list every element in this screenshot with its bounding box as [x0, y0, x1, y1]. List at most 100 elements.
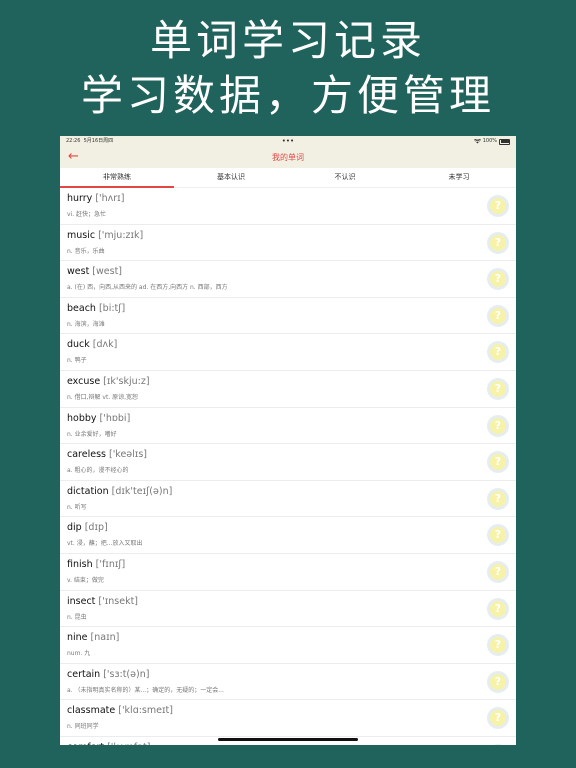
- word-line: excuse [ɪk'skju:z]: [67, 376, 150, 387]
- word-list-item[interactable]: dip [dɪp] vt. 浸，蘸；把...放入又取出?: [60, 517, 516, 554]
- word-list-item[interactable]: excuse [ɪk'skju:z] n. 借口,辩解 vt. 原谅,宽恕?: [60, 371, 516, 408]
- question-mark-icon: ?: [490, 380, 506, 397]
- tab-bar: 非常熟练 基本认识 不认识 未学习: [60, 168, 516, 188]
- question-mark-icon: ?: [490, 198, 506, 214]
- word-phonetic: [dɪp]: [84, 522, 108, 534]
- question-mark-icon: ?: [490, 527, 506, 544]
- word-list-item[interactable]: hobby ['hɒbi] n. 业余爱好，嗜好?: [60, 408, 516, 445]
- question-mark-icon: ?: [490, 234, 506, 251]
- familiarity-button[interactable]: ?: [487, 231, 509, 254]
- word-text: nine: [67, 632, 88, 644]
- home-indicator[interactable]: [218, 738, 358, 741]
- familiarity-button[interactable]: ?: [487, 304, 509, 327]
- word-list-item[interactable]: certain ['sɜ:t(ə)n] a. （未指明真实名称的）某...；确定的，…: [60, 664, 516, 701]
- familiarity-button[interactable]: ?: [487, 487, 509, 510]
- navigation-bar: ← 我的单词: [60, 147, 516, 168]
- word-line: dictation [dɪk'teɪʃ(ə)n]: [67, 486, 172, 497]
- word-text: classmate: [67, 705, 116, 717]
- word-list-item[interactable]: hurry ['hʌrɪ] vi. 赶快；急忙?: [60, 188, 516, 225]
- word-text: excuse: [67, 375, 101, 387]
- word-phonetic: [ɪk'skju:z]: [103, 375, 150, 387]
- tab-very-familiar[interactable]: 非常熟练: [60, 168, 174, 188]
- familiarity-button[interactable]: ?: [487, 341, 509, 364]
- familiarity-button[interactable]: ?: [487, 451, 509, 474]
- word-list-item[interactable]: insect ['ɪnsekt] n. 昆虫?: [60, 591, 516, 628]
- word-phonetic: [bi:tʃ]: [98, 302, 126, 314]
- question-mark-icon: ?: [490, 600, 506, 617]
- question-mark-icon: ?: [490, 673, 506, 690]
- familiarity-button[interactable]: ?: [487, 524, 509, 547]
- word-text: finish: [67, 558, 93, 570]
- promo-title-line1: 单词学习记录: [149, 16, 426, 65]
- familiarity-button[interactable]: ?: [487, 560, 509, 583]
- tab-not-learned[interactable]: 未学习: [402, 168, 516, 187]
- question-mark-icon: ?: [490, 344, 506, 361]
- word-list-item[interactable]: classmate ['klɑ:smeɪt] n. 同班同学?: [60, 700, 516, 737]
- tab-basic-known[interactable]: 基本认识: [174, 168, 288, 187]
- familiarity-button[interactable]: ?: [487, 743, 509, 745]
- question-mark-icon: ?: [490, 490, 506, 507]
- familiarity-button[interactable]: ?: [487, 634, 509, 657]
- familiarity-button[interactable]: ?: [487, 670, 509, 693]
- word-text: music: [67, 229, 96, 241]
- word-list-item[interactable]: dictation [dɪk'teɪʃ(ə)n] n. 听写?: [60, 481, 516, 518]
- word-phonetic: ['hɒbi]: [99, 412, 131, 424]
- word-line: west [west]: [67, 266, 122, 277]
- word-text: certain: [67, 668, 101, 680]
- word-phonetic: ['kʌmfət]: [107, 742, 150, 745]
- word-line: beach [bi:tʃ]: [67, 303, 125, 314]
- tab-unknown[interactable]: 不认识: [288, 168, 402, 187]
- word-phonetic: ['ɪnsekt]: [98, 595, 139, 607]
- word-list-item[interactable]: music ['mju:zɪk] n. 音乐，乐曲?: [60, 225, 516, 262]
- word-list-item[interactable]: nine [naɪn] num. 九?: [60, 627, 516, 664]
- word-list-item[interactable]: beach [bi:tʃ] n. 海滨，海滩?: [60, 298, 516, 335]
- word-line: certain ['sɜ:t(ə)n]: [67, 669, 149, 680]
- status-bar: 22:26 5月16日周四 ••• 100%: [60, 136, 516, 147]
- word-text: dictation: [67, 485, 109, 497]
- word-list-item[interactable]: duck [dʌk] n. 鸭子?: [60, 334, 516, 371]
- word-meaning: n. 同班同学: [67, 723, 99, 731]
- word-meaning: n. 业余爱好，嗜好: [67, 430, 117, 438]
- word-text: insect: [67, 595, 96, 607]
- word-line: careless ['keəlɪs]: [67, 449, 147, 460]
- word-phonetic: ['keəlɪs]: [108, 449, 147, 461]
- word-line: dip [dɪp]: [67, 522, 108, 533]
- word-phonetic: ['sɜ:t(ə)n]: [103, 668, 150, 680]
- familiarity-button[interactable]: ?: [487, 597, 509, 620]
- word-meaning: num. 九: [67, 650, 91, 658]
- promo-title-line2: 学习数据，方便管理: [80, 71, 495, 120]
- word-meaning: n. 昆虫: [67, 613, 87, 621]
- word-list: hurry ['hʌrɪ] vi. 赶快；急忙? music ['mju:zɪk] n. …: [60, 188, 516, 745]
- battery-percent: 100%: [482, 138, 497, 144]
- word-phonetic: ['klɑ:smeɪt]: [118, 705, 173, 717]
- familiarity-button[interactable]: ?: [487, 195, 509, 217]
- familiarity-button[interactable]: ?: [487, 414, 509, 437]
- word-phonetic: [naɪn]: [90, 632, 120, 644]
- word-list-item[interactable]: careless ['keəlɪs] a. 粗心的，漫不经心的?: [60, 444, 516, 481]
- word-text: careless: [67, 449, 106, 461]
- word-phonetic: [dʌk]: [92, 339, 118, 351]
- word-meaning: a. (在) 西，向西,从西来的 ad. 在西方,向西方 n. 西部，西方: [67, 284, 228, 292]
- word-list-item[interactable]: finish ['fɪnɪʃ] v. 结束；做完?: [60, 554, 516, 591]
- word-line: classmate ['klɑ:smeɪt]: [67, 705, 173, 716]
- word-meaning: v. 结束；做完: [67, 576, 104, 584]
- familiarity-button[interactable]: ?: [487, 377, 509, 400]
- familiarity-button[interactable]: ?: [487, 268, 509, 291]
- word-meaning: n. 音乐，乐曲: [67, 247, 105, 255]
- word-phonetic: ['fɪnɪʃ]: [95, 558, 126, 570]
- status-right: 100%: [473, 136, 510, 147]
- word-meaning: a. 粗心的，漫不经心的: [67, 467, 129, 475]
- familiarity-button[interactable]: ?: [487, 707, 509, 730]
- word-list-item[interactable]: west [west] a. (在) 西，向西,从西来的 ad. 在西方,向西方 n…: [60, 261, 516, 298]
- word-line: hobby ['hɒbi]: [67, 413, 130, 424]
- back-arrow-icon[interactable]: ←: [68, 147, 79, 167]
- question-mark-icon: ?: [490, 710, 506, 727]
- word-meaning: n. 听写: [67, 503, 87, 511]
- word-text: hurry: [67, 193, 93, 204]
- word-line: hurry ['hʌrɪ]: [67, 193, 124, 204]
- word-text: duck: [67, 339, 90, 351]
- question-mark-icon: ?: [490, 271, 506, 288]
- word-meaning: n. 借口,辩解 vt. 原谅,宽恕: [67, 393, 139, 401]
- question-mark-icon: ?: [490, 637, 506, 654]
- word-line: finish ['fɪnɪʃ]: [67, 559, 125, 570]
